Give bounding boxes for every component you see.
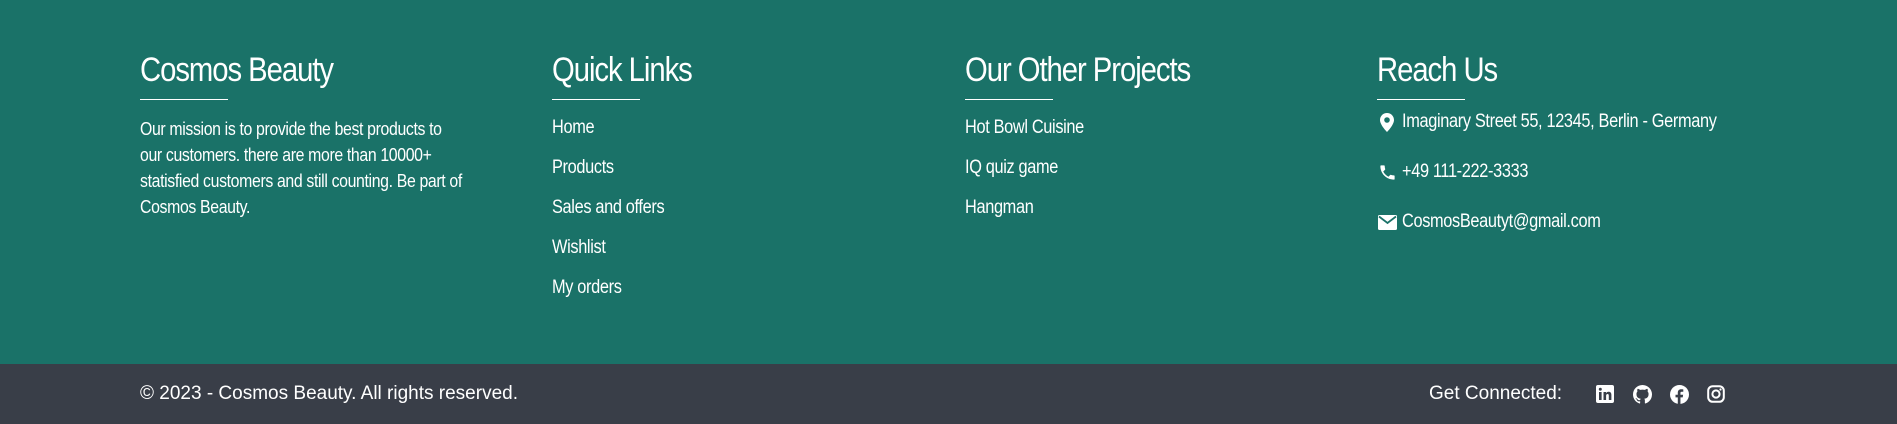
facebook-icon[interactable] xyxy=(1669,384,1689,404)
contact-list: Imaginary Street 55, 12345, Berlin - Ger… xyxy=(1377,108,1877,236)
quick-links-column: Quick Links Home Products Sales and offe… xyxy=(552,50,932,308)
envelope-icon xyxy=(1377,212,1397,232)
site-footer: Cosmos Beauty Our mission is to provide … xyxy=(0,0,1897,424)
connect-label: Get Connected: xyxy=(1429,383,1563,404)
linkedin-icon[interactable] xyxy=(1595,384,1615,404)
title-underline xyxy=(965,99,1053,100)
footer-bottom-bar: © 2023 - Cosmos Beauty. All rights reser… xyxy=(0,364,1897,424)
reach-us-title: Reach Us xyxy=(1377,51,1498,89)
link-home[interactable]: Home xyxy=(552,108,879,148)
other-projects-title: Our Other Projects xyxy=(965,51,1191,89)
link-hot-bowl-cuisine[interactable]: Hot Bowl Cuisine xyxy=(965,108,1292,148)
link-iq-quiz-game[interactable]: IQ quiz game xyxy=(965,148,1292,188)
reach-us-column: Reach Us Imaginary Street 55, 12345, Ber… xyxy=(1377,50,1877,258)
about-column: Cosmos Beauty Our mission is to provide … xyxy=(140,50,520,220)
mission-text: Our mission is to provide the best produ… xyxy=(140,119,462,217)
contact-address: Imaginary Street 55, 12345, Berlin - Ger… xyxy=(1377,108,1877,136)
about-title: Cosmos Beauty xyxy=(140,51,334,89)
link-hangman[interactable]: Hangman xyxy=(965,188,1292,228)
quick-links-list: Home Products Sales and offers Wishlist … xyxy=(552,108,932,308)
phone-icon xyxy=(1377,162,1397,182)
address-text: Imaginary Street 55, 12345, Berlin - Ger… xyxy=(1402,111,1717,132)
contact-email: CosmosBeautyt@gmail.com xyxy=(1377,208,1877,236)
phone-text: +49 111-222-3333 xyxy=(1402,161,1529,182)
github-icon[interactable] xyxy=(1632,384,1652,404)
location-pin-icon xyxy=(1377,112,1397,132)
link-my-orders[interactable]: My orders xyxy=(552,268,879,308)
title-underline xyxy=(1377,99,1465,100)
other-projects-column: Our Other Projects Hot Bowl Cuisine IQ q… xyxy=(965,50,1345,228)
instagram-icon[interactable] xyxy=(1706,384,1726,404)
copyright-text: © 2023 - Cosmos Beauty. All rights reser… xyxy=(140,383,518,404)
link-wishlist[interactable]: Wishlist xyxy=(552,228,879,268)
contact-phone: +49 111-222-3333 xyxy=(1377,158,1877,186)
link-sales-and-offers[interactable]: Sales and offers xyxy=(552,188,879,228)
social-connect: Get Connected: xyxy=(1429,364,1897,424)
quick-links-title: Quick Links xyxy=(552,51,693,89)
email-text[interactable]: CosmosBeautyt@gmail.com xyxy=(1402,211,1601,233)
link-products[interactable]: Products xyxy=(552,148,879,188)
title-underline xyxy=(552,99,640,100)
title-underline xyxy=(140,99,228,100)
other-projects-list: Hot Bowl Cuisine IQ quiz game Hangman xyxy=(965,108,1345,228)
footer-main: Cosmos Beauty Our mission is to provide … xyxy=(0,0,1897,364)
